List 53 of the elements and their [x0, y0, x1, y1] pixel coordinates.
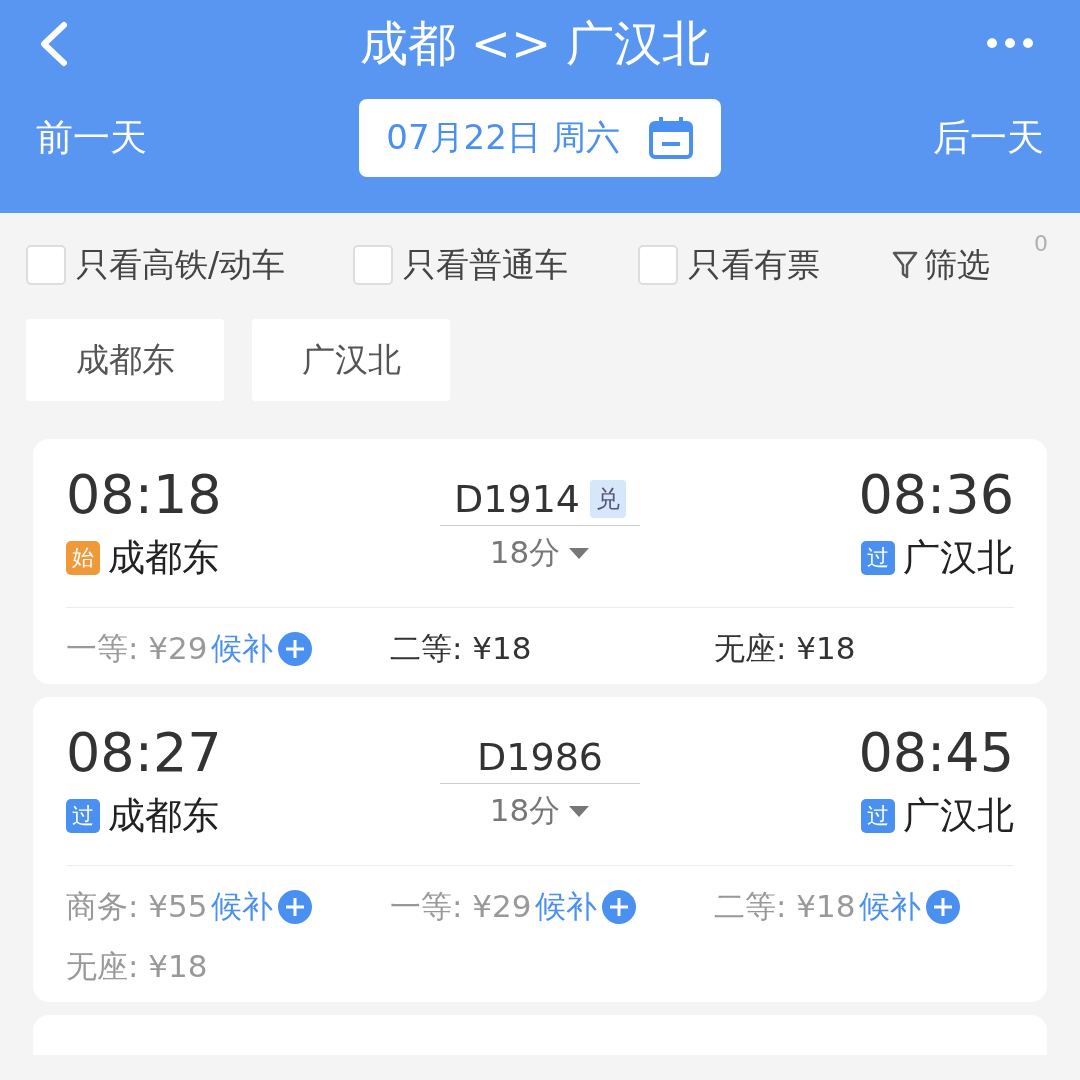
station-tag: 过: [861, 799, 895, 833]
checkbox[interactable]: [638, 245, 679, 285]
station-chip[interactable]: 广汉北: [252, 319, 450, 401]
caret-icon: [568, 546, 591, 560]
seat-price: 商务: ¥55: [66, 887, 208, 926]
departure-time: 08:18: [66, 463, 223, 527]
funnel-icon: [892, 250, 919, 280]
filter-checkbox[interactable]: 只看高铁/动车: [26, 242, 286, 288]
departure-time: 08:27: [66, 721, 223, 785]
train-number: D1986: [477, 735, 603, 779]
caret-icon: [568, 804, 591, 818]
date-picker[interactable]: 07月22日 周六: [359, 99, 721, 177]
plus-icon[interactable]: [277, 889, 314, 925]
waitlist-button[interactable]: 候补: [211, 886, 274, 928]
checkbox[interactable]: [26, 245, 66, 285]
train-number: D1914: [454, 477, 580, 521]
plus-icon[interactable]: [277, 631, 314, 667]
arrival-station: 广汉北: [903, 793, 1014, 839]
filter-count: 0: [1034, 231, 1048, 256]
calendar-icon: [647, 116, 694, 160]
next-day-button[interactable]: 后一天: [933, 113, 1044, 163]
seat-price: 二等: ¥18: [390, 629, 532, 668]
duration-toggle[interactable]: 18分: [489, 790, 591, 832]
arrival-station: 广汉北: [903, 535, 1014, 581]
checkbox[interactable]: [353, 245, 394, 285]
seat-price: 无座: ¥18: [66, 947, 208, 986]
station-tag: 始: [66, 541, 100, 575]
station-tag: 过: [861, 541, 895, 575]
previous-day-button[interactable]: 前一天: [36, 113, 147, 163]
departure-station: 成都东: [108, 535, 219, 581]
waitlist-button[interactable]: 候补: [535, 886, 598, 928]
plus-icon[interactable]: [925, 889, 962, 925]
seat-price: 二等: ¥18: [714, 887, 856, 926]
train-card[interactable]: 08:27 过 成都东 D1986 18分 08:45 过 广汉北 商务: ¥55候补 一等: ¥29候补 二等: ¥18候补 无座: ¥18: [33, 697, 1047, 1002]
filter-checkbox[interactable]: 只看有票: [638, 242, 821, 288]
exchange-badge: 兑: [590, 480, 626, 518]
arrival-time: 08:45: [858, 721, 1014, 785]
duration-toggle[interactable]: 18分: [489, 532, 591, 574]
route-title: 成都 <> 广汉北: [359, 14, 711, 73]
filter-checkbox[interactable]: 只看普通车: [353, 242, 569, 288]
more-button[interactable]: •••: [974, 24, 1044, 64]
waitlist-button[interactable]: 候补: [211, 628, 274, 670]
departure-station: 成都东: [108, 793, 219, 839]
plus-icon[interactable]: [601, 889, 638, 925]
train-card[interactable]: 08:18 始 成都东 D1914 兑 18分 08:36 过 广汉北 一等: ¥29候补 二等: ¥18 无座: ¥18: [33, 439, 1047, 684]
seat-price: 一等: ¥29: [66, 629, 208, 668]
seat-price: 一等: ¥29: [390, 887, 532, 926]
station-tag: 过: [66, 799, 100, 833]
arrival-time: 08:36: [858, 463, 1014, 527]
station-chip[interactable]: 成都东: [26, 319, 224, 401]
filter-button[interactable]: 筛选: [892, 242, 991, 288]
waitlist-button[interactable]: 候补: [859, 886, 922, 928]
seat-price: 无座: ¥18: [714, 629, 856, 668]
